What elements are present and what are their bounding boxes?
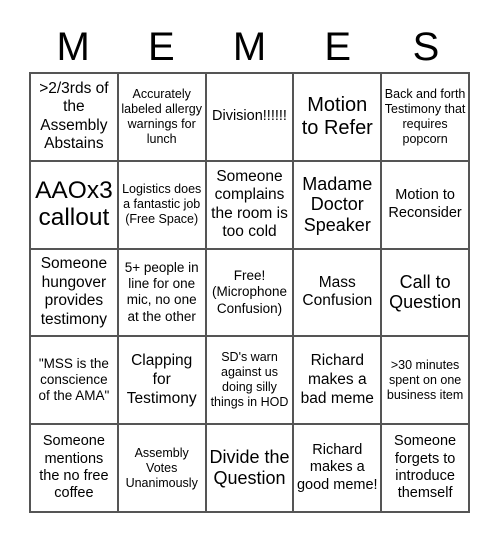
bingo-cell[interactable]: Someone forgets to introduce themself	[381, 424, 469, 512]
bingo-cell[interactable]: Accurately labeled allergy warnings for …	[117, 73, 206, 161]
bingo-header: M E M E S	[29, 22, 470, 72]
bingo-cell[interactable]: Clapping for Testimony	[117, 336, 206, 425]
bingo-cell[interactable]: Motion to Reconsider	[381, 160, 469, 249]
bingo-cell[interactable]: "MSS is the conscience of the AMA"	[30, 336, 118, 425]
bingo-cell[interactable]: Richard makes a bad meme	[293, 336, 382, 425]
bingo-cell[interactable]: >2/3rds of the Assembly Abstains	[30, 73, 118, 161]
bingo-cell[interactable]: Madame Doctor Speaker	[293, 160, 382, 249]
bingo-cell[interactable]: Back and forth Testimony that requires p…	[381, 73, 469, 161]
bingo-cell[interactable]: Call to Question	[381, 248, 469, 337]
header-letter-e: E	[324, 25, 352, 69]
bingo-cell[interactable]: Divide the Question	[205, 424, 294, 512]
bingo-cell[interactable]: Someone complains the room is too cold	[205, 160, 294, 249]
bingo-cell[interactable]: Someone mentions the no free coffee	[30, 424, 118, 512]
header-letter-s: S	[412, 25, 440, 69]
bingo-cell[interactable]: Assembly Votes Unanimously	[117, 424, 206, 512]
bingo-cell[interactable]: >30 minutes spent on one business item	[381, 336, 469, 425]
bingo-cell[interactable]: AAOx3 callout	[30, 160, 118, 249]
bingo-cell[interactable]: Division!!!!!!	[205, 73, 294, 161]
bingo-cell[interactable]: Motion to Refer	[293, 73, 382, 161]
header-letter-m: M	[56, 25, 90, 69]
header-letter-e: E	[147, 25, 175, 69]
bingo-board: >2/3rds of the Assembly Abstains Accurat…	[29, 72, 470, 513]
bingo-cell-free-space[interactable]: Logistics does a fantastic job (Free Spa…	[117, 160, 206, 249]
bingo-cell[interactable]: Richard makes a good meme!	[293, 424, 382, 512]
bingo-cell[interactable]: Free! (Microphone Confusion)	[205, 248, 294, 337]
bingo-cell[interactable]: Mass Confusion	[293, 248, 382, 337]
bingo-cell[interactable]: SD's warn against us doing silly things …	[205, 336, 294, 425]
header-letter-m: M	[232, 25, 267, 69]
bingo-cell[interactable]: 5+ people in line for one mic, no one at…	[117, 248, 206, 337]
bingo-cell[interactable]: Someone hungover provides testimony	[30, 248, 118, 337]
